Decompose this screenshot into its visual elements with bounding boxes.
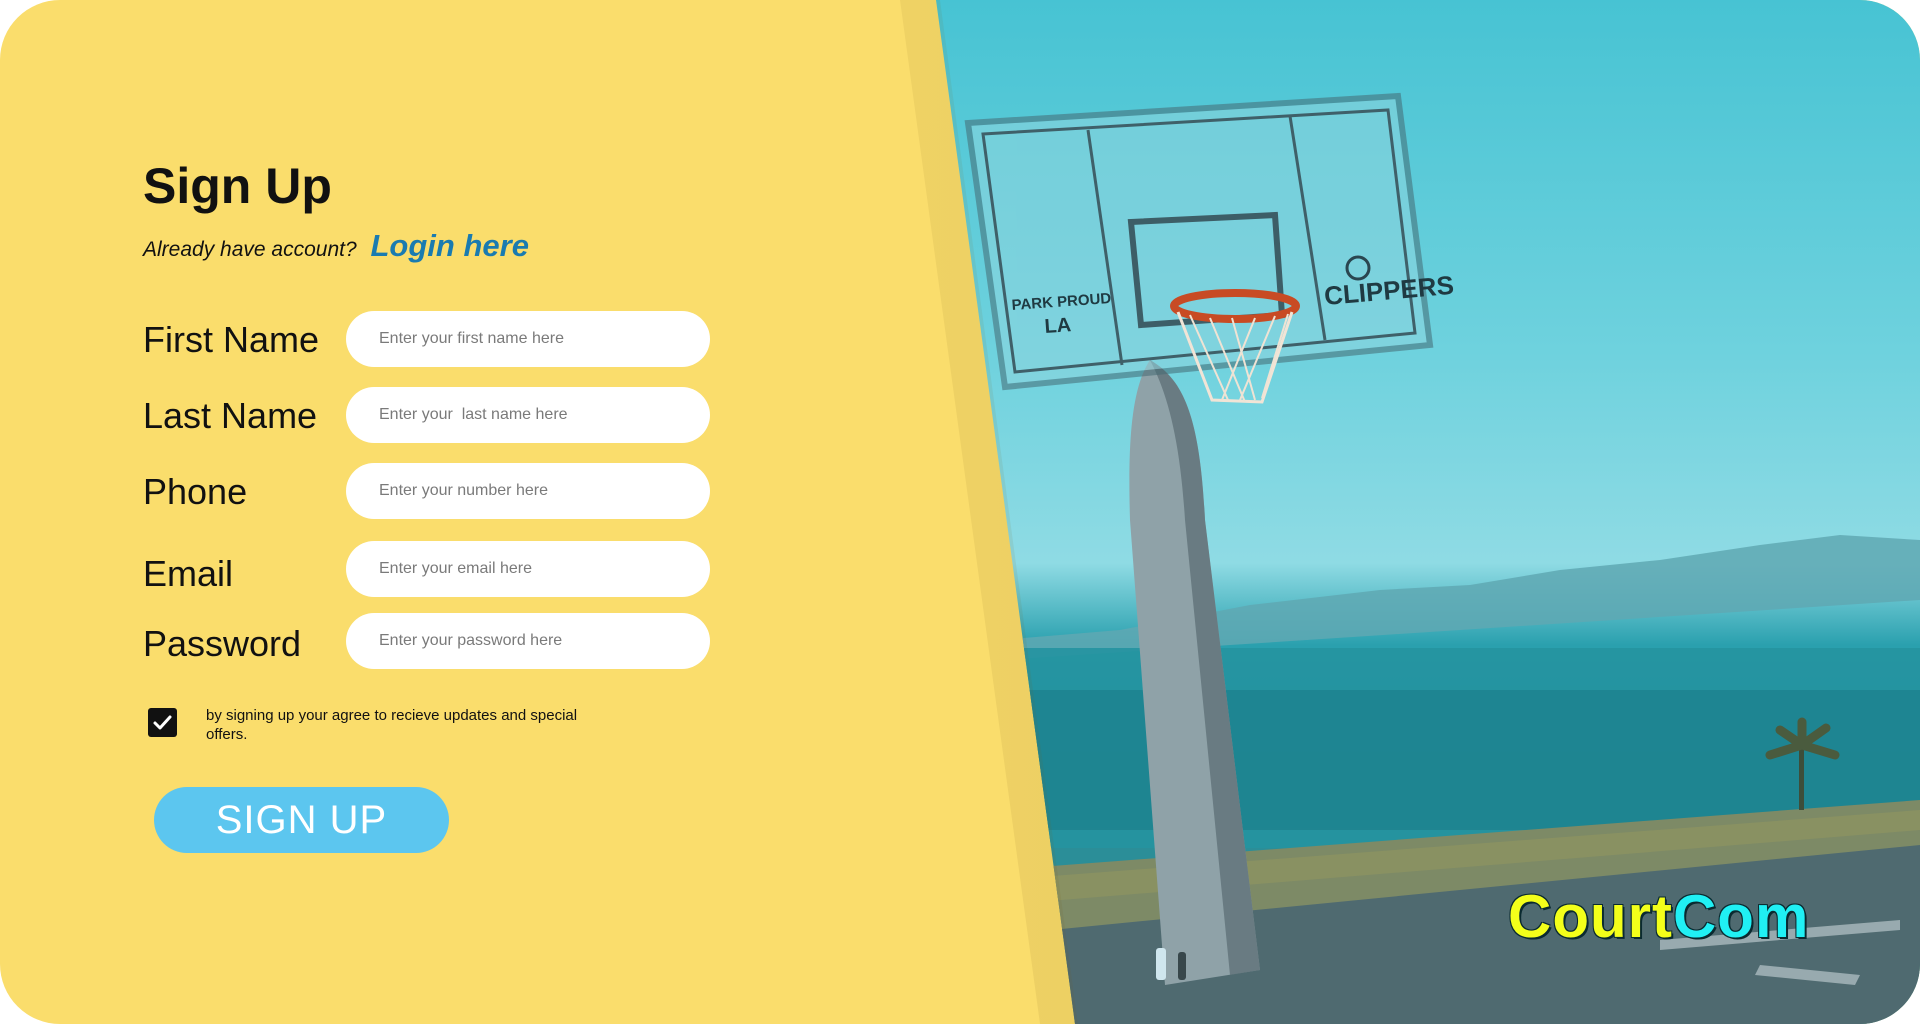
brand-part-2: Com (1672, 883, 1810, 950)
first-name-label: First Name (143, 319, 320, 360)
first-name-row: First Name (143, 311, 713, 369)
password-label: Password (143, 623, 302, 664)
login-prompt: Already have account? Login here (143, 228, 529, 264)
phone-row: Phone (143, 463, 713, 521)
password-input[interactable] (346, 613, 710, 669)
email-row: Email (143, 541, 713, 599)
sign-up-button[interactable]: SIGN UP (154, 787, 449, 853)
terms-text: by signing up your agree to recieve upda… (206, 707, 578, 743)
last-name-input[interactable] (346, 387, 710, 443)
checkmark-icon (153, 715, 172, 730)
terms-checkbox[interactable] (148, 708, 177, 737)
page-title: Sign Up (143, 158, 332, 214)
last-name-label: Last Name (143, 395, 318, 436)
email-input[interactable] (346, 541, 710, 597)
password-row: Password (143, 613, 713, 671)
brand-part-1: Court (1508, 883, 1673, 950)
phone-label: Phone (143, 471, 248, 512)
brand-logo: CourtCom (1508, 882, 1809, 951)
already-have-account-text: Already have account? (143, 238, 357, 261)
email-label: Email (143, 553, 234, 594)
last-name-row: Last Name (143, 387, 713, 445)
phone-input[interactable] (346, 463, 710, 519)
backboard-left-text-2: LA (1044, 314, 1072, 338)
signup-card: PARK PROUD LA CLIPPERS Sign Up Already h… (0, 0, 1920, 1024)
first-name-input[interactable] (346, 311, 710, 367)
login-link[interactable]: Login here (370, 228, 528, 263)
